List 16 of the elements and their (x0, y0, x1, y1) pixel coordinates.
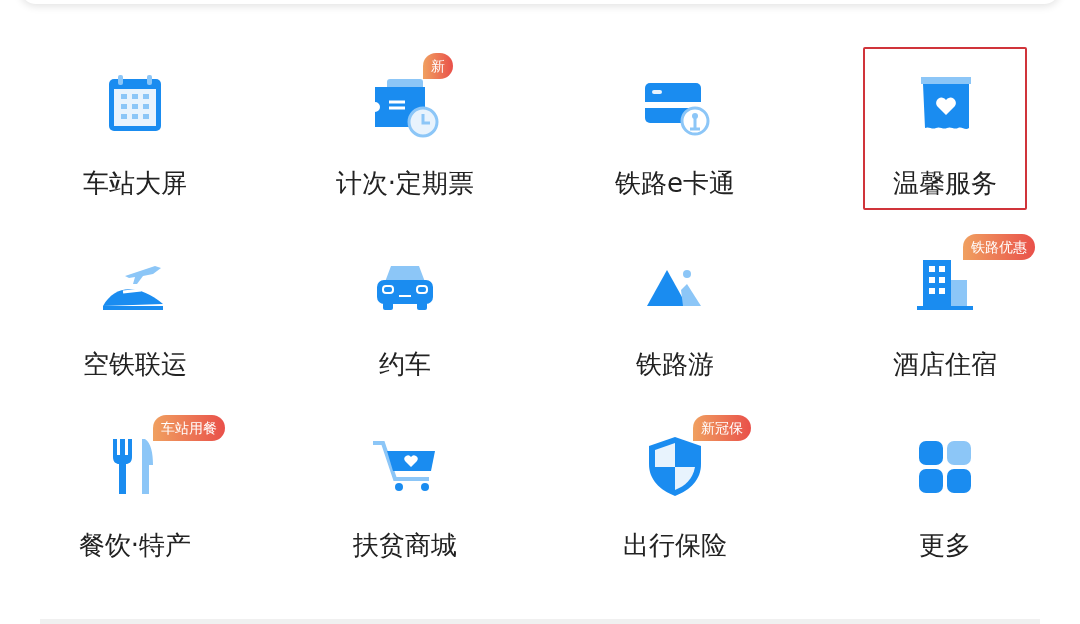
service-label[interactable]: 酒店住宿 (893, 346, 997, 382)
promo-badge: 新 (423, 53, 453, 79)
service-label[interactable]: 扶贫商城 (353, 527, 457, 563)
service-label[interactable]: 出行保险 (623, 527, 727, 563)
service-label[interactable]: 空铁联运 (83, 346, 187, 382)
service-label[interactable]: 餐饮·特产 (78, 527, 192, 563)
promo-badge: 新冠保 (693, 415, 751, 441)
service-label[interactable]: 更多 (919, 527, 971, 563)
service-label[interactable]: 车站大屏 (83, 165, 187, 201)
service-label[interactable]: 铁路e卡通 (615, 165, 735, 201)
service-label[interactable]: 约车 (379, 346, 431, 382)
promo-badge: 车站用餐 (153, 415, 225, 441)
service-label[interactable]: 计次·定期票 (335, 165, 475, 201)
promo-badge: 铁路优惠 (963, 234, 1035, 260)
service-label[interactable]: 铁路游 (636, 346, 714, 382)
service-label[interactable]: 温馨服务 (893, 165, 997, 201)
